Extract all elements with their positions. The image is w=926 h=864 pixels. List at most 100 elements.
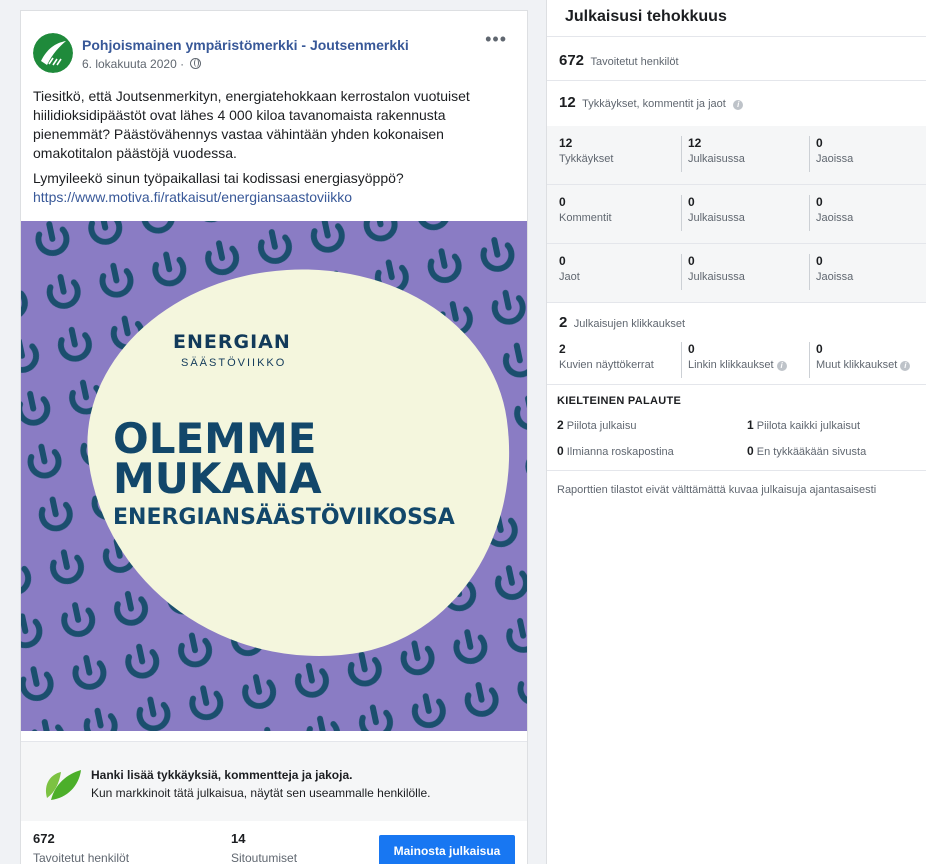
promo-text: Kun markkinoit tätä julkaisua, näytät se… [91, 786, 431, 800]
cell-value: 12 [688, 136, 702, 150]
image-subheadline: ENERGIANSÄÄSTÖVIIKOSSA [113, 505, 455, 530]
globe-icon [190, 58, 202, 69]
cell-label: Jaoissa [816, 153, 854, 165]
post-paragraph: Tiesitkö, että Joutsenmerkityn, energiat… [33, 88, 470, 161]
post-image[interactable]: ENERGIAN SÄÄSTÖVIIKKO OLEMME MUKANA ENER… [21, 221, 527, 731]
cell-label: Muut klikkaukset i [816, 359, 911, 371]
negative-label: Piilota julkaisu [566, 420, 637, 432]
cell-label: Jaoissa [816, 271, 854, 283]
negative-label: Ilmianna roskapostina [566, 446, 674, 458]
cell-label: Julkaisussa [688, 153, 745, 165]
cell-label: Jaot [559, 271, 580, 283]
divider [547, 80, 926, 81]
negative-label: Piilota kaikki julkaisut [756, 420, 861, 432]
insights-panel: Julkaisusi tehokkuus 672 Tavoitetut henk… [546, 0, 926, 864]
cell-value: 0 [688, 195, 695, 209]
negative-value: 1 [747, 418, 754, 432]
cell-label-text: Linkin klikkaukset [688, 359, 774, 371]
click-cell: 0 Linkin klikkaukset i [681, 342, 787, 378]
image-logo-text: ENERGIAN [173, 331, 291, 353]
grid-cell: 12 Tykkäykset [559, 136, 613, 172]
cell-value: 0 [688, 254, 695, 268]
divider [547, 302, 926, 303]
stat-label: Tavoitetut henkilöt [33, 851, 130, 864]
negative-label: En tykkääkään sivusta [756, 446, 867, 458]
divider [547, 36, 926, 37]
stat-label: Sitoutumiset [231, 851, 298, 864]
info-icon[interactable]: i [733, 100, 744, 110]
grid-cell: 0 Jaoissa [809, 136, 853, 172]
disclaimer-text: Raporttien tilastot eivät välttämättä ku… [557, 484, 877, 496]
page-avatar[interactable] [33, 33, 73, 73]
cell-value: 0 [559, 254, 566, 268]
negative-feedback-title: KIELTEINEN PALAUTE [557, 395, 682, 407]
negative-value: 0 [747, 444, 754, 458]
leaf-icon [45, 770, 81, 800]
cell-value: 0 [816, 342, 823, 356]
page-name-link[interactable]: Pohjoismainen ympäristömerkki - Joutsenm… [82, 37, 409, 53]
post-date-text: 6. lokakuuta 2020 · [82, 57, 185, 71]
post-card: Pohjoismainen ympäristömerkki - Joutsenm… [20, 10, 528, 864]
grid-cell: 0 Jaoissa [809, 254, 853, 290]
post-header: Pohjoismainen ympäristömerkki - Joutsenm… [33, 29, 515, 73]
promo-title: Hanki lisää tykkäyksiä, kommentteja ja j… [91, 768, 353, 782]
stat-engagement: 14 Sitoutumiset [231, 831, 297, 864]
stat-value: 14 [231, 831, 246, 846]
cell-label: Julkaisussa [688, 212, 745, 224]
post-body: Tiesitkö, että Joutsenmerkityn, energiat… [33, 87, 515, 207]
grid-cell: 0 Julkaisussa [681, 195, 745, 231]
post-date[interactable]: 6. lokakuuta 2020 · [82, 57, 202, 71]
shares-row: 0 Jaot 0 Julkaisussa 0 Jaoissa [547, 244, 926, 302]
negative-item: 1 Piilota kaikki julkaisut [747, 418, 860, 432]
image-logo-subtext: SÄÄSTÖVIIKKO [181, 357, 287, 369]
stat-reach: 672 Tavoitetut henkilöt [33, 831, 129, 864]
engagement-metric: 12 Tykkäykset, kommentit ja jaot i [559, 94, 744, 112]
cell-label: Tykkäykset [559, 153, 614, 165]
grid-cell: 0 Jaoissa [809, 195, 853, 231]
image-headline-line: OLEMME [113, 414, 317, 463]
grid-cell: 12 Julkaisussa [681, 136, 745, 172]
post-link[interactable]: https://www.motiva.fi/ratkaisut/energian… [33, 189, 352, 205]
cell-label: Julkaisussa [688, 271, 745, 283]
swan-logo-icon [33, 33, 73, 73]
info-icon[interactable]: i [776, 361, 787, 371]
grid-cell: 0 Julkaisussa [681, 254, 745, 290]
post-stats: 672 Tavoitetut henkilöt 14 Sitoutumiset … [21, 823, 527, 864]
image-headline-line: MUKANA [113, 454, 322, 503]
insights-title: Julkaisusi tehokkuus [565, 8, 727, 25]
divider [547, 470, 926, 471]
cell-value: 0 [688, 342, 695, 356]
cell-label: Jaoissa [816, 212, 854, 224]
negative-value: 2 [557, 418, 564, 432]
stat-value: 672 [33, 831, 55, 846]
likes-row: 12 Tykkäykset 12 Julkaisussa 0 Jaoissa [547, 126, 926, 184]
clicks-metric: 2 Julkaisujen klikkaukset [559, 314, 685, 332]
metric-label: Tavoitetut henkilöt [590, 56, 679, 68]
cell-value: 0 [816, 136, 823, 150]
cell-value: 0 [559, 195, 566, 209]
promo-banner: Hanki lisää tykkäyksiä, kommentteja ja j… [21, 741, 527, 821]
cell-value: 0 [816, 254, 823, 268]
divider [547, 384, 926, 385]
reach-metric: 672 Tavoitetut henkilöt [559, 52, 679, 70]
metric-label: Julkaisujen klikkaukset [573, 318, 686, 330]
metric-value: 12 [559, 94, 576, 111]
comments-row: 0 Kommentit 0 Julkaisussa 0 Jaoissa [547, 185, 926, 243]
cell-label: Kuvien näyttökerrat [559, 359, 654, 371]
negative-value: 0 [557, 444, 564, 458]
negative-item: 0 En tykkääkään sivusta [747, 444, 866, 458]
grid-cell: 0 Jaot [559, 254, 580, 290]
metric-value: 2 [559, 314, 568, 331]
metric-label: Tykkäykset, kommentit ja jaot [582, 98, 726, 110]
cell-label-text: Muut klikkaukset [816, 359, 898, 371]
more-options-icon[interactable]: ••• [485, 29, 507, 50]
grid-cell: 0 Kommentit [559, 195, 612, 231]
negative-item: 0 Ilmianna roskapostina [557, 444, 674, 458]
boost-post-button[interactable]: Mainosta julkaisua [379, 835, 515, 864]
cell-value: 12 [559, 136, 573, 150]
cell-label: Kommentit [559, 212, 612, 224]
metric-value: 672 [559, 52, 585, 69]
image-headline: OLEMME MUKANA [113, 414, 322, 503]
info-icon[interactable]: i [900, 361, 911, 371]
cell-value: 0 [816, 195, 823, 209]
